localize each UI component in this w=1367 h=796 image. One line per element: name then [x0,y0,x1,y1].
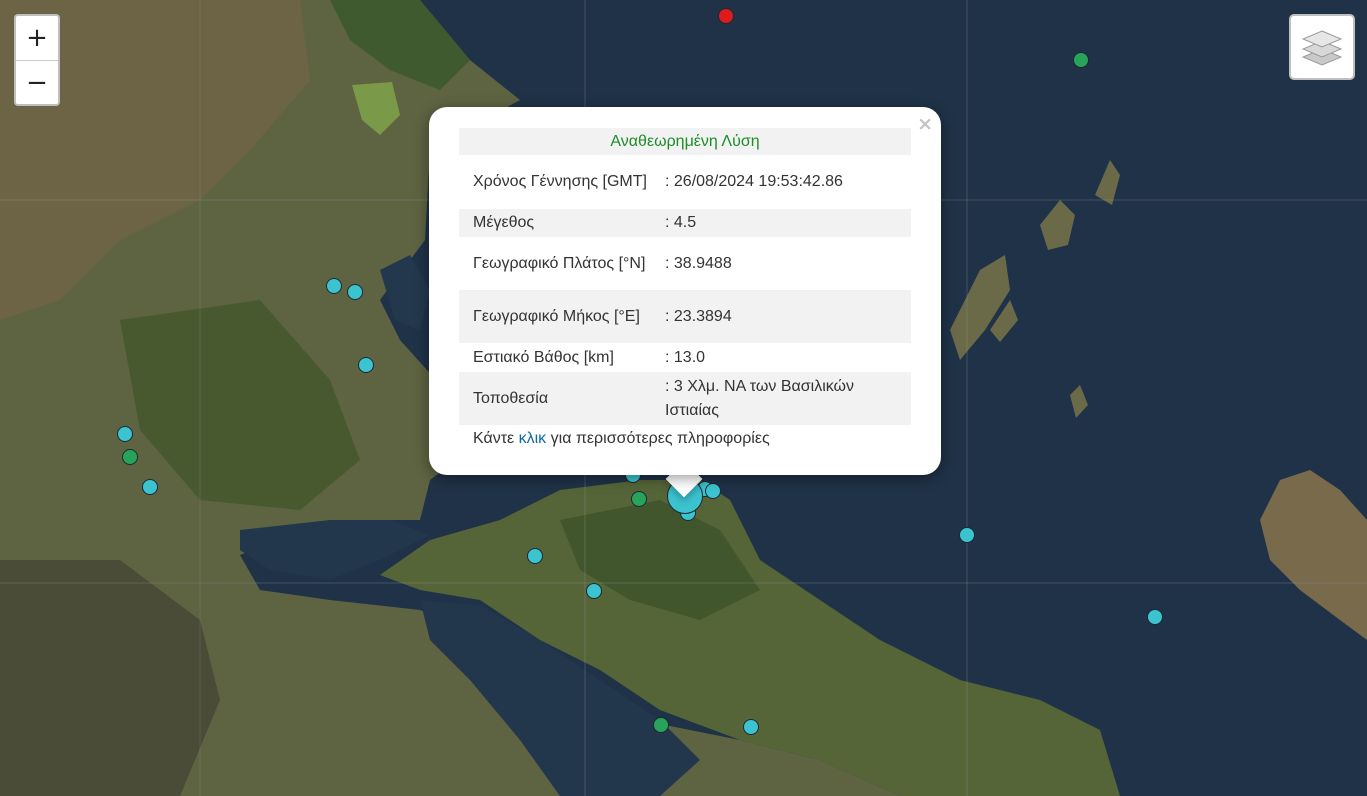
earthquake-info-popup: × Αναθεωρημένη Λύση Χρόνος Γέννησης [GMT… [429,107,941,475]
popup-content: Αναθεωρημένη Λύση Χρόνος Γέννησης [GMT] … [459,128,911,453]
earthquake-marker-cyan[interactable] [326,278,342,294]
zoom-control: + − [14,14,60,106]
earthquake-marker-cyan[interactable] [347,284,363,300]
earthquake-marker-red[interactable] [718,8,734,24]
earthquake-marker-green[interactable] [631,491,647,507]
info-value: : 23.3894 [665,307,732,325]
info-value: : 13.0 [665,348,706,366]
info-label: Γεωγραφικό Μήκος [°E] [473,307,640,325]
zoom-out-button[interactable]: − [16,60,58,104]
footer-prefix: Κάντε [473,430,519,447]
earthquake-marker-cyan[interactable] [358,357,374,373]
earthquake-marker-cyan[interactable] [527,548,543,564]
info-value: : 3 Χλμ. ΝΑ των Βασιλικών Ιστιαίας [665,377,855,419]
earthquake-marker-cyan[interactable] [1147,609,1163,625]
earthquake-marker-cyan[interactable] [117,426,133,442]
info-value: : 4.5 [665,214,697,231]
info-label: Μέγεθος [473,214,535,231]
info-label: Εστιακό Βάθος [km] [473,348,614,366]
footer-suffix: για περισσότερες πληροφορίες [546,430,770,447]
earthquake-marker-cyan[interactable] [743,719,759,735]
info-row-latitude: Γεωγραφικό Πλάτος [°N] : 38.9488 [459,237,911,290]
info-row-magnitude: Μέγεθος : 4.5 [459,209,911,237]
earthquake-marker-green[interactable] [1073,52,1089,68]
earthquake-marker-green[interactable] [653,717,669,733]
info-row-location: Τοποθεσία : 3 Χλμ. ΝΑ των Βασιλικών Ιστι… [459,372,911,425]
earthquake-marker-cyan[interactable] [142,479,158,495]
popup-title: Αναθεωρημένη Λύση [459,128,911,155]
more-info-link[interactable]: κλικ [519,430,547,447]
info-value: : 38.9488 [665,254,732,272]
info-value: : 26/08/2024 19:53:42.86 [665,173,843,190]
info-row-longitude: Γεωγραφικό Μήκος [°E] : 23.3894 [459,290,911,343]
info-label: Τοποθεσία [473,389,549,407]
earthquake-marker-green[interactable] [122,449,138,465]
info-row-depth: Εστιακό Βάθος [km] : 13.0 [459,343,911,372]
popup-footer: Κάντε κλικ για περισσότερες πληροφορίες [459,425,911,453]
earthquake-marker-cyan[interactable] [959,527,975,543]
info-label: Γεωγραφικό Πλάτος [°N] [473,254,646,272]
zoom-in-button[interactable]: + [16,16,58,60]
layers-icon [1301,30,1343,66]
close-icon[interactable]: × [917,115,933,134]
earthquake-marker-cyan[interactable] [586,583,602,599]
info-label: Χρόνος Γέννησης [GMT] [473,173,647,190]
map-view[interactable]: + − × Αναθεωρημένη Λύση Χρόνος Γέννησης … [0,0,1367,796]
layers-button[interactable] [1289,14,1355,80]
earthquake-marker-cyan[interactable] [705,483,721,499]
info-row-origin-time: Χρόνος Γέννησης [GMT] : 26/08/2024 19:53… [459,155,911,209]
